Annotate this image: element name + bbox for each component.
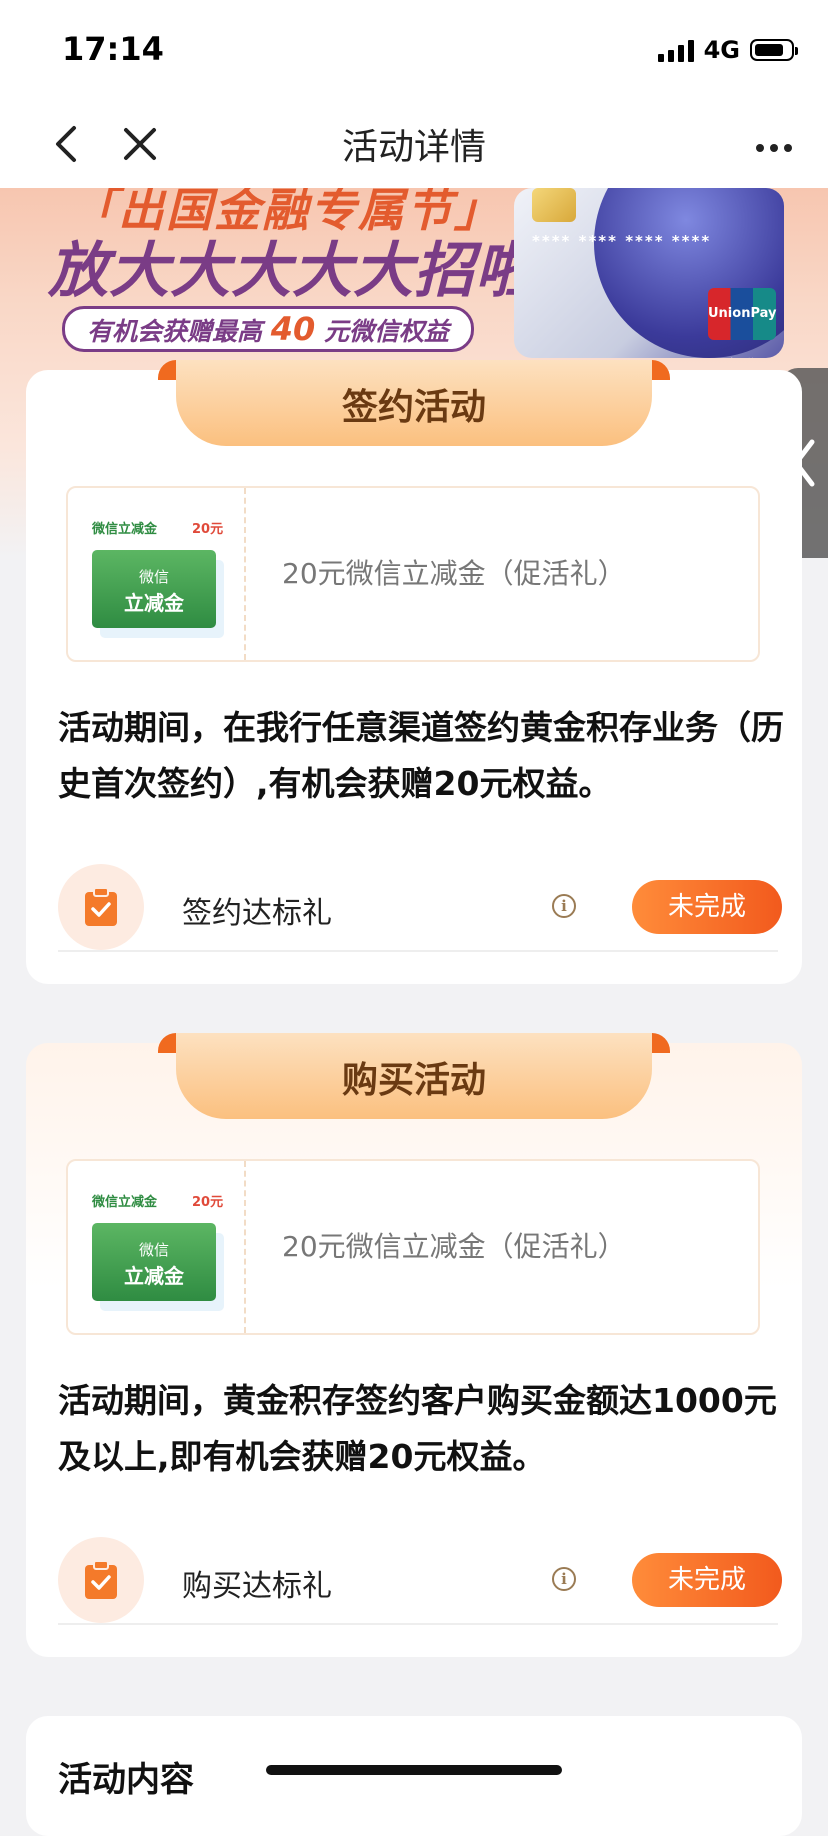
coupon-mini-amount: 20元 xyxy=(192,522,224,537)
coupon-description: 20元微信立减金（促活礼） xyxy=(282,557,626,590)
banner-pill: 有机会获赠最高 40 元微信权益 xyxy=(62,306,474,352)
signal-icon xyxy=(657,38,694,62)
activity-content-card: 活动内容 xyxy=(26,1716,802,1836)
section-title: 签约活动 xyxy=(341,387,486,428)
coupon-description: 20元微信立减金（促活礼） xyxy=(282,1230,626,1263)
info-icon[interactable]: i xyxy=(552,1567,576,1591)
clipboard-check-icon xyxy=(85,887,117,926)
wechat-voucher-icon: 微信 立减金 xyxy=(92,550,216,628)
coupon-card[interactable]: 微信立减金 20元 微信 立减金 20元微信立减金（促活礼） xyxy=(66,1159,760,1335)
content-title: 活动内容 xyxy=(58,1760,194,1800)
wechat-voucher-icon: 微信 立减金 xyxy=(92,1223,216,1301)
section-header: 购买活动 xyxy=(158,1033,670,1119)
coupon-thumb: 微信立减金 20元 微信 立减金 xyxy=(68,488,246,660)
status-bar: 17:14 4G xyxy=(0,0,828,100)
nav-bar: 活动详情 xyxy=(0,100,828,188)
section-header: 签约活动 xyxy=(158,360,670,446)
coupon-thumb: 微信立减金 20元 微信 立减金 xyxy=(68,1161,246,1333)
task-label: 购买达标礼 xyxy=(182,1569,332,1604)
voucher-line2: 立减金 xyxy=(124,1264,184,1288)
section-title: 购买活动 xyxy=(341,1060,486,1101)
card-number-mask: **** **** **** **** xyxy=(532,232,712,250)
home-indicator[interactable] xyxy=(266,1765,562,1775)
more-icon xyxy=(756,144,792,152)
status-button[interactable]: 未完成 xyxy=(632,1553,782,1607)
status-indicators: 4G xyxy=(657,36,798,64)
pill-suffix: 元微信权益 xyxy=(315,317,449,346)
pill-prefix: 有机会获赠最高 xyxy=(87,317,271,346)
pill-amount: 40 xyxy=(270,310,316,348)
task-row: 签约达标礼 i 未完成 xyxy=(58,850,782,952)
activity-description: 活动期间，黄金积存签约客户购买金额达1000元及以上,即有机会获赠20元权益。 xyxy=(58,1381,777,1476)
status-button[interactable]: 未完成 xyxy=(632,880,782,934)
more-button[interactable] xyxy=(750,120,798,168)
task-icon xyxy=(58,864,144,950)
voucher-line1: 微信 xyxy=(138,568,169,586)
sign-activity-card: 签约活动 微信立减金 20元 微信 立减金 20元微信立减金（促活礼） 活动期间… xyxy=(26,360,802,984)
task-icon xyxy=(58,1537,144,1623)
coupon-mini-title: 微信立减金 xyxy=(92,1195,158,1210)
status-time: 17:14 xyxy=(62,30,164,68)
coupon-card[interactable]: 微信立减金 20元 微信 立减金 20元微信立减金（促活礼） xyxy=(66,486,760,662)
unionpay-logo: UnionPay 银联 xyxy=(708,288,776,340)
activity-description: 活动期间，在我行任意渠道签约黄金积存业务（历史首次签约）,有机会获赠20元权益。 xyxy=(58,708,784,803)
task-label: 签约达标礼 xyxy=(182,896,332,931)
card-chip-icon xyxy=(532,188,576,222)
info-icon[interactable]: i xyxy=(552,894,576,918)
coupon-mini-amount: 20元 xyxy=(192,1195,224,1210)
network-type: 4G xyxy=(703,36,740,64)
clipboard-check-icon xyxy=(85,1560,117,1599)
battery-icon xyxy=(750,39,798,61)
voucher-line1: 微信 xyxy=(138,1241,169,1259)
coupon-mini-title: 微信立减金 xyxy=(92,522,158,537)
page-title: 活动详情 xyxy=(341,127,486,168)
purchase-activity-card: 购买活动 微信立减金 20元 微信 立减金 20元微信立减金（促活礼） 活动期间… xyxy=(26,1033,802,1657)
bank-card-image: **** **** **** **** UnionPay 银联 xyxy=(514,188,784,358)
voucher-line2: 立减金 xyxy=(124,591,184,615)
task-row: 购买达标礼 i 未完成 xyxy=(58,1523,782,1625)
